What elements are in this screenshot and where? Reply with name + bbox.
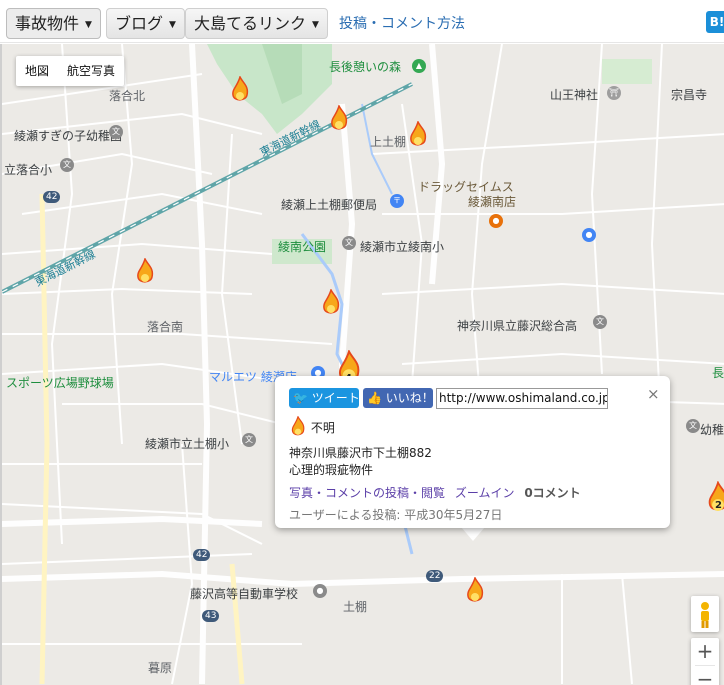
fire-marker-icon[interactable] xyxy=(328,105,350,133)
map-label-store: 綾瀬南店 xyxy=(468,195,517,209)
school-icon: 文 xyxy=(686,419,700,433)
map-type-satellite-button[interactable]: 航空写真 xyxy=(58,56,124,86)
share-url-field[interactable]: http://www.oshimaland.co.jp/? xyxy=(436,388,608,409)
comment-count: 0コメント xyxy=(524,486,581,500)
property-infowindow: 🐦 ツイート 👍 いいね！ http://www.oshimaland.co.j… xyxy=(275,376,670,528)
school-icon: 文 xyxy=(342,236,356,250)
fire-marker-icon[interactable] xyxy=(134,258,156,286)
menu-blog-label: ブログ xyxy=(115,14,164,33)
infowindow-tail xyxy=(461,527,485,541)
zoom-control: + − xyxy=(691,638,719,685)
route-shield: 43 xyxy=(202,610,220,622)
map-label-school: 立落合小 xyxy=(4,163,53,177)
pegman-icon xyxy=(701,602,709,628)
map-label-area: 暮原 xyxy=(148,661,173,675)
menu-accident-properties-label: 事故物件 xyxy=(15,14,80,33)
map-label-school: 神奈川県立藤沢総合高 xyxy=(457,319,578,333)
map-label-kindergarten: 綾瀬すぎの子幼稚園 xyxy=(14,129,123,143)
school-icon: 文 xyxy=(60,158,74,172)
map-type-control: 地図 航空写真 xyxy=(16,56,125,86)
chevron-down-icon: ▼ xyxy=(312,20,319,30)
cluster-count: 2 xyxy=(715,500,722,511)
park-pin-icon: ▲ xyxy=(412,59,426,73)
school-icon: 文 xyxy=(242,433,256,447)
thumbs-up-icon: 👍 xyxy=(367,391,382,405)
map-label-area: 落合北 xyxy=(109,89,146,103)
map-label-temple: 宗昌寺 xyxy=(671,88,708,102)
twitter-bird-icon: 🐦 xyxy=(293,391,308,405)
map-label-park: 綾南公園 xyxy=(278,240,327,254)
infowindow-links-row: 写真・コメントの投稿・閲覧 ズームイン 0コメント xyxy=(289,484,581,501)
menu-oshimaland-links-label: 大島てるリンク xyxy=(194,14,307,33)
property-title: 不明 xyxy=(310,421,335,435)
map-label-area: 長 xyxy=(712,366,724,380)
menu-accident-properties[interactable]: 事故物件 ▼ xyxy=(6,8,101,39)
property-title-row: 不明 xyxy=(289,415,335,438)
chevron-down-icon: ▼ xyxy=(85,20,92,30)
tweet-button[interactable]: 🐦 ツイート xyxy=(289,388,360,408)
zoom-out-button[interactable]: − xyxy=(691,666,719,685)
map-label-school: 綾瀬市立土棚小 xyxy=(145,437,230,451)
shop-pin-icon: ● xyxy=(582,228,596,242)
chevron-down-icon: ▼ xyxy=(169,20,176,30)
close-icon[interactable]: × xyxy=(647,385,660,403)
route-shield: 42 xyxy=(43,191,61,203)
store-pin-icon: ● xyxy=(489,214,503,228)
hatena-bookmark-icon[interactable]: B! xyxy=(706,11,724,33)
posting-method-link[interactable]: 投稿・コメント方法 xyxy=(339,13,465,33)
map-label-shrine: 山王神社 xyxy=(550,88,599,102)
menu-blog[interactable]: ブログ ▼ xyxy=(106,8,185,39)
school-icon: 文 xyxy=(593,315,607,329)
fire-marker-icon[interactable] xyxy=(407,121,429,149)
map-canvas[interactable]: 地図 航空写真 長後憩いの森 ▲ 落合北 山王神社 ⛩ 宗昌寺 上土棚 綾瀬すぎ… xyxy=(0,44,724,685)
property-address: 神奈川県藤沢市下土棚882 xyxy=(289,446,432,460)
map-label-area: 上土棚 xyxy=(370,135,407,149)
map-label-post-office: 綾瀬上土棚郵便局 xyxy=(281,198,378,212)
map-label-area: 土棚 xyxy=(343,600,368,614)
property-category: 心理的瑕疵物件 xyxy=(289,463,374,477)
map-label-area: 落合南 xyxy=(147,320,184,334)
tweet-button-label: ツイート xyxy=(311,391,360,405)
shrine-icon: ⛩ xyxy=(607,86,621,100)
fire-marker-icon[interactable] xyxy=(229,76,251,104)
posted-by-user: ユーザーによる投稿: 平成30年5月27日 xyxy=(289,508,503,522)
top-navbar: 事故物件 ▼ ブログ ▼ 大島てるリンク ▼ 投稿・コメント方法 B! xyxy=(0,0,724,43)
route-shield: 42 xyxy=(193,549,211,561)
map-label-kindergarten: 幼稚園 xyxy=(700,423,724,437)
like-button-label: いいね！ xyxy=(385,391,434,405)
photo-comment-link[interactable]: 写真・コメントの投稿・閲覧 xyxy=(289,486,445,500)
menu-oshimaland-links[interactable]: 大島てるリンク ▼ xyxy=(185,8,328,39)
school-icon: 文 xyxy=(109,125,123,139)
selected-fire-marker-icon[interactable] xyxy=(464,577,486,605)
map-label-park: スポーツ広場野球場 xyxy=(6,376,114,390)
map-label-school: 藤沢高等自動車学校 xyxy=(190,587,299,601)
street-view-pegman[interactable] xyxy=(691,596,719,632)
route-shield: 22 xyxy=(426,570,444,582)
fire-icon xyxy=(291,415,305,436)
facebook-like-button[interactable]: 👍 いいね！ xyxy=(363,388,434,408)
map-type-map-button[interactable]: 地図 xyxy=(16,56,58,86)
post-office-icon: 〒 xyxy=(390,194,404,208)
fire-marker-icon[interactable] xyxy=(320,289,342,317)
zoom-in-button[interactable]: + xyxy=(691,638,719,665)
map-label-school: 綾瀬市立綾南小 xyxy=(360,240,445,254)
zoom-in-link[interactable]: ズームイン xyxy=(455,486,515,500)
map-label-park: 長後憩いの森 xyxy=(329,60,402,74)
school-pin-icon: ● xyxy=(313,584,327,598)
